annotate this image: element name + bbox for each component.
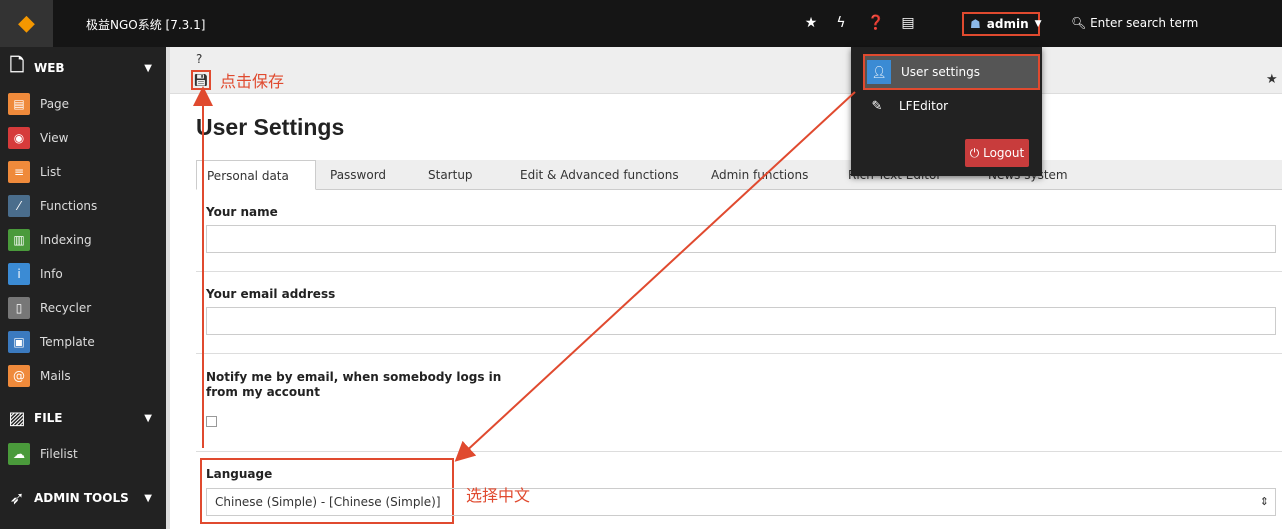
page-icon: ▤: [8, 93, 30, 115]
eye-icon: ◉: [8, 127, 30, 149]
chevron-down-icon: ▼: [144, 412, 152, 424]
email-field-group: Your email address: [196, 272, 1282, 354]
notify-label: Notify me by email, when somebody logs i…: [206, 370, 502, 384]
menu-item-label: Functions: [40, 199, 98, 213]
user-settings-label: User settings: [901, 65, 981, 79]
menu-item-label: Mails: [40, 369, 71, 383]
search-field[interactable]: 🔍︎ Enter search term: [1071, 16, 1198, 30]
section-file[interactable]: ▨ FILE ▼: [0, 397, 166, 439]
menu-item-filelist[interactable]: ☁ Filelist: [0, 437, 166, 471]
chevron-down-icon: ▼: [1034, 19, 1042, 29]
module-menu: 🗋 WEB ▼ ▤ Page ◉ View ≡ List ⁄ Functions ▥ In…: [0, 47, 170, 529]
menu-item-view[interactable]: ◉ View: [0, 121, 166, 155]
save-icon[interactable]: 💾︎: [191, 70, 211, 90]
user-dropdown-menu: 👤︎ User settings ✎ LFEditor ⏻ Logout: [851, 47, 1042, 176]
user-settings-item[interactable]: 👤︎ User settings: [863, 54, 1040, 90]
tab-personal-data[interactable]: Personal data: [196, 160, 316, 190]
typo3-logo[interactable]: ◆: [0, 0, 53, 47]
email-label: Your email address: [206, 287, 336, 301]
list-icon: ≡: [8, 161, 30, 183]
language-select[interactable]: Chinese (Simple) - [Chinese (Simple)] ⇕: [206, 488, 1276, 516]
name-label: Your name: [206, 205, 278, 219]
name-field-group: Your name: [196, 190, 1282, 272]
logout-button[interactable]: ⏻ Logout: [965, 139, 1029, 167]
wand-icon: ⁄: [8, 195, 30, 217]
help-icon[interactable]: ?: [196, 52, 202, 66]
save-annotation: 点击保存: [220, 72, 285, 91]
document-icon: 🗋: [9, 55, 25, 76]
page-title: User Settings: [196, 114, 345, 140]
bookmarks-star-icon[interactable]: ★: [801, 13, 821, 33]
select-arrows-icon: ⇕: [1259, 495, 1269, 508]
name-input[interactable]: [206, 225, 1276, 253]
menu-item-functions[interactable]: ⁄ Functions: [0, 189, 166, 223]
tab-admin-functions[interactable]: Admin functions: [711, 160, 808, 190]
menu-item-list[interactable]: ≡ List: [0, 155, 166, 189]
menu-item-mails[interactable]: @ Mails: [0, 359, 166, 393]
language-value: Chinese (Simple) - [Chinese (Simple)]: [215, 495, 441, 509]
notify-checkbox[interactable]: [206, 416, 217, 427]
cloud-icon: ☁: [8, 443, 30, 465]
tab-edit-advanced[interactable]: Edit & Advanced functions: [520, 160, 679, 190]
section-admin-tools[interactable]: ➶ ADMIN TOOLS ▼: [0, 477, 166, 519]
menu-item-label: Template: [40, 335, 95, 349]
menu-item-label: Page: [40, 97, 70, 111]
menu-item-label: Info: [40, 267, 63, 281]
lfeditor-item[interactable]: ✎ LFEditor: [865, 91, 949, 121]
menu-item-indexing[interactable]: ▥ Indexing: [0, 223, 166, 257]
section-label: ADMIN TOOLS: [34, 491, 129, 505]
menu-item-page[interactable]: ▤ Page: [0, 87, 166, 121]
notify-label-line2: from my account: [206, 385, 320, 399]
menu-item-label: Indexing: [40, 233, 92, 247]
section-web[interactable]: 🗋 WEB ▼: [0, 47, 166, 89]
site-name: 极益NGO系统 [7.3.1]: [86, 18, 206, 32]
system-info-icon[interactable]: ▤: [898, 13, 918, 33]
menu-item-template[interactable]: ▣ Template: [0, 325, 166, 359]
settings-tabs: Personal data Password Startup Edit & Ad…: [196, 160, 1282, 190]
chevron-down-icon: ▼: [144, 492, 152, 504]
menu-item-label: Recycler: [40, 301, 92, 315]
menu-item-label: View: [40, 131, 69, 145]
section-label: WEB: [34, 61, 65, 75]
template-icon: ▣: [8, 331, 30, 353]
rocket-icon: ➶: [9, 487, 25, 509]
tab-startup[interactable]: Startup: [428, 160, 473, 190]
doc-header: [170, 47, 1282, 94]
chart-icon: ▥: [8, 229, 30, 251]
menu-item-info[interactable]: i Info: [0, 257, 166, 291]
help-icon[interactable]: ❓: [866, 13, 886, 33]
tab-password[interactable]: Password: [330, 160, 386, 190]
section-label: FILE: [34, 411, 63, 425]
logout-label: Logout: [983, 146, 1025, 160]
trash-icon: ▯: [8, 297, 30, 319]
sidebar-divider: [166, 47, 170, 529]
notify-field-group: Notify me by email, when somebody logs i…: [196, 354, 1282, 452]
flash-clear-cache-icon[interactable]: ϟ: [831, 13, 851, 33]
search-placeholder: Enter search term: [1090, 16, 1199, 30]
image-icon: ▨: [8, 407, 26, 429]
edit-document-icon: ✎: [871, 98, 883, 114]
user-name: admin: [986, 17, 1029, 31]
info-icon: i: [8, 263, 30, 285]
menu-item-label: Filelist: [40, 447, 78, 461]
email-input[interactable]: [206, 307, 1276, 335]
lfeditor-label: LFEditor: [899, 99, 949, 113]
menu-item-recycler[interactable]: ▯ Recycler: [0, 291, 166, 325]
search-icon: 🔍︎: [1071, 16, 1087, 30]
user-menu-button[interactable]: ☗ admin ▼: [962, 12, 1042, 36]
power-icon: ⏻: [969, 146, 980, 160]
chevron-down-icon: ▼: [144, 62, 152, 74]
language-annotation: 选择中文: [466, 486, 531, 505]
user-avatar-icon: ☗: [970, 17, 981, 31]
bookmark-star-icon[interactable]: ★: [1266, 72, 1278, 87]
menu-item-label: List: [40, 165, 61, 179]
user-settings-icon: 👤︎: [867, 60, 891, 84]
at-icon: @: [8, 365, 30, 387]
top-bar: ◆ 极益NGO系统 [7.3.1] ★ ϟ ❓ ▤ ☗ admin ▼ 🔍︎ E…: [0, 0, 1282, 47]
